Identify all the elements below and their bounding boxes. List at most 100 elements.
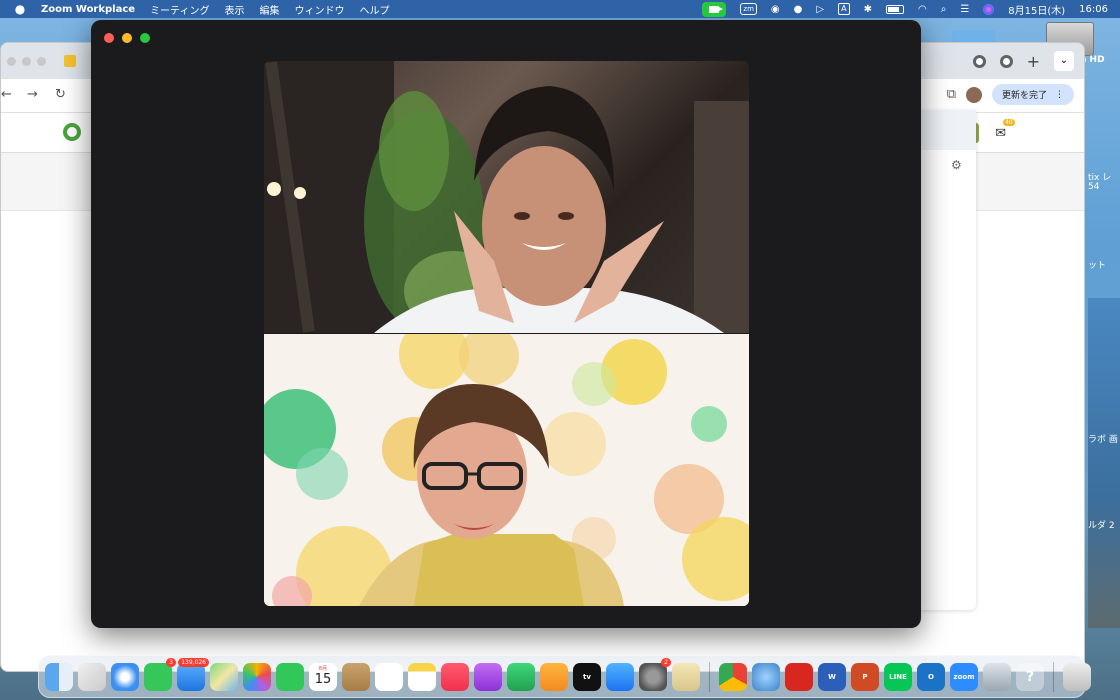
- menu-edit[interactable]: 編集: [259, 2, 279, 17]
- browser-window-controls[interactable]: [7, 57, 46, 66]
- mail-badge: 40: [1003, 118, 1015, 126]
- menu-view[interactable]: 表示: [224, 2, 244, 17]
- zoom-meeting-window: [91, 20, 921, 628]
- dock-separator: [709, 661, 710, 692]
- back-icon[interactable]: ←: [1, 87, 12, 102]
- dock-facetime-icon[interactable]: [276, 662, 304, 691]
- gear-icon[interactable]: ⚙: [951, 158, 962, 172]
- dock-icon-label: tv: [583, 672, 591, 681]
- dock-app-store-icon[interactable]: [606, 662, 634, 691]
- app-menu[interactable]: Zoom Workplace: [41, 4, 135, 15]
- menu-meeting[interactable]: ミーティング: [150, 2, 209, 17]
- fullscreen-icon[interactable]: [140, 33, 150, 43]
- close-icon[interactable]: [104, 33, 114, 43]
- siri-icon[interactable]: [983, 3, 995, 15]
- dock-icon-label: zoom: [953, 672, 975, 681]
- dock-chrome-icon[interactable]: [719, 662, 747, 691]
- tab-favicon-icon[interactable]: [64, 55, 76, 67]
- dock-maps-icon[interactable]: [210, 662, 238, 691]
- dock-numbers-icon[interactable]: [507, 662, 535, 691]
- calendar-day: 15: [314, 671, 332, 687]
- notification-badge: 2: [661, 657, 671, 667]
- dock-calendar-icon[interactable]: 8月 15: [309, 662, 337, 691]
- dock-trash-icon[interactable]: [1063, 662, 1091, 691]
- participant-video-feed: [264, 334, 749, 606]
- tab-favicon-icon[interactable]: [999, 54, 1013, 68]
- update-button[interactable]: 更新を完了 ⋮: [991, 84, 1074, 105]
- dock-icon-label: W: [828, 672, 836, 681]
- dock-reminders-icon[interactable]: [375, 662, 403, 691]
- dock-music-icon[interactable]: [441, 662, 469, 691]
- tab-favicon-icon[interactable]: [972, 54, 986, 68]
- notification-badge: 3: [166, 657, 176, 667]
- participant-video-tile[interactable]: [264, 61, 749, 333]
- window-controls: [104, 33, 150, 43]
- menu-window[interactable]: ウィンドウ: [294, 2, 344, 17]
- dock-help-icon[interactable]: ?: [1016, 662, 1044, 691]
- dock-powerpoint-icon[interactable]: P: [851, 662, 879, 691]
- dock-pages-icon[interactable]: [540, 662, 568, 691]
- video-gallery: [264, 61, 749, 606]
- search-icon[interactable]: ⌕: [941, 4, 947, 15]
- dock-word-icon[interactable]: W: [818, 662, 846, 691]
- dock-zoom-icon[interactable]: zoom: [950, 662, 978, 691]
- dock-contacts-icon[interactable]: [342, 662, 370, 691]
- tab-search-chevron-icon[interactable]: ⌄: [1054, 51, 1074, 71]
- dock-messages-icon[interactable]: 3: [144, 657, 176, 691]
- dock-mail-icon[interactable]: 139,026: [177, 657, 209, 691]
- dock-launchpad-icon[interactable]: [78, 662, 106, 691]
- dock-preview-icon[interactable]: [672, 662, 700, 691]
- dock-tv-icon[interactable]: tv: [573, 662, 601, 691]
- dock: 3 139,026 8月 15 tv 2 W P LINE Ozoom?: [38, 655, 1091, 698]
- new-tab-icon[interactable]: +: [1027, 52, 1040, 71]
- zoom-menu-icon[interactable]: zm: [740, 3, 757, 15]
- dock-safari-icon[interactable]: [111, 662, 139, 691]
- forward-icon[interactable]: →: [27, 87, 38, 102]
- menu-time[interactable]: 16:06: [1079, 4, 1108, 15]
- desktop-label: ラボ 画: [1088, 435, 1118, 445]
- zoom-meeting-status-icon[interactable]: [702, 1, 727, 17]
- dock-line-icon[interactable]: LINE: [884, 662, 912, 691]
- dock-finder-icon[interactable]: [45, 662, 73, 691]
- input-source-icon[interactable]: A: [838, 3, 850, 15]
- control-center-icon[interactable]: ☰: [960, 4, 969, 15]
- line-menu-icon[interactable]: ●: [794, 4, 803, 15]
- extensions-icon[interactable]: ⧉: [947, 87, 956, 102]
- screen-record-icon[interactable]: ◉: [771, 4, 780, 15]
- dock-icon-label: P: [862, 672, 868, 681]
- bluetooth-icon[interactable]: ✱: [864, 4, 872, 15]
- dock-photos-icon[interactable]: [243, 662, 271, 691]
- wifi-icon[interactable]: ◠: [918, 4, 927, 15]
- dock-network-utility-icon[interactable]: [752, 662, 780, 691]
- menu-date[interactable]: 8月15日(木): [1008, 2, 1065, 17]
- calendar-month: 8月: [318, 665, 328, 672]
- update-button-label: 更新を完了: [1001, 91, 1047, 101]
- dock-icon-label: LINE: [889, 672, 907, 681]
- profile-avatar[interactable]: [965, 86, 982, 103]
- desktop-label: ルダ 2: [1088, 521, 1115, 531]
- notification-badge: 139,026: [178, 657, 209, 667]
- reload-icon[interactable]: ↻: [55, 87, 66, 102]
- dock-separator: [1053, 661, 1054, 692]
- dock-screenshot-icon[interactable]: [983, 662, 1011, 691]
- dock-icon-label: ?: [1025, 668, 1035, 685]
- apple-menu-icon[interactable]: ●: [14, 2, 26, 16]
- menu-bar: ● Zoom Workplace ミーティング 表示 編集 ウィンドウ ヘルプ …: [0, 0, 1120, 18]
- menu-help[interactable]: ヘルプ: [359, 2, 389, 17]
- desktop-label: ット: [1088, 261, 1107, 271]
- dock-acrobat-icon[interactable]: [785, 662, 813, 691]
- extension-popup-panel: ⚙: [920, 110, 976, 610]
- desktop-label: 54: [1088, 182, 1100, 192]
- battery-icon[interactable]: [885, 4, 904, 14]
- mail-icon[interactable]: ✉ 40: [995, 118, 1015, 141]
- site-logo-icon[interactable]: [63, 123, 81, 141]
- play-icon[interactable]: ▷: [816, 4, 824, 15]
- dock-notes-icon[interactable]: [408, 662, 436, 691]
- participant-video-tile[interactable]: [264, 334, 749, 606]
- more-menu-icon[interactable]: ⋮: [1055, 90, 1064, 100]
- participant-video-feed: [264, 61, 749, 333]
- minimize-icon[interactable]: [122, 33, 132, 43]
- dock-outlook-icon[interactable]: O: [917, 662, 945, 691]
- dock-system-settings-icon[interactable]: 2: [639, 657, 671, 691]
- dock-podcasts-icon[interactable]: [474, 662, 502, 691]
